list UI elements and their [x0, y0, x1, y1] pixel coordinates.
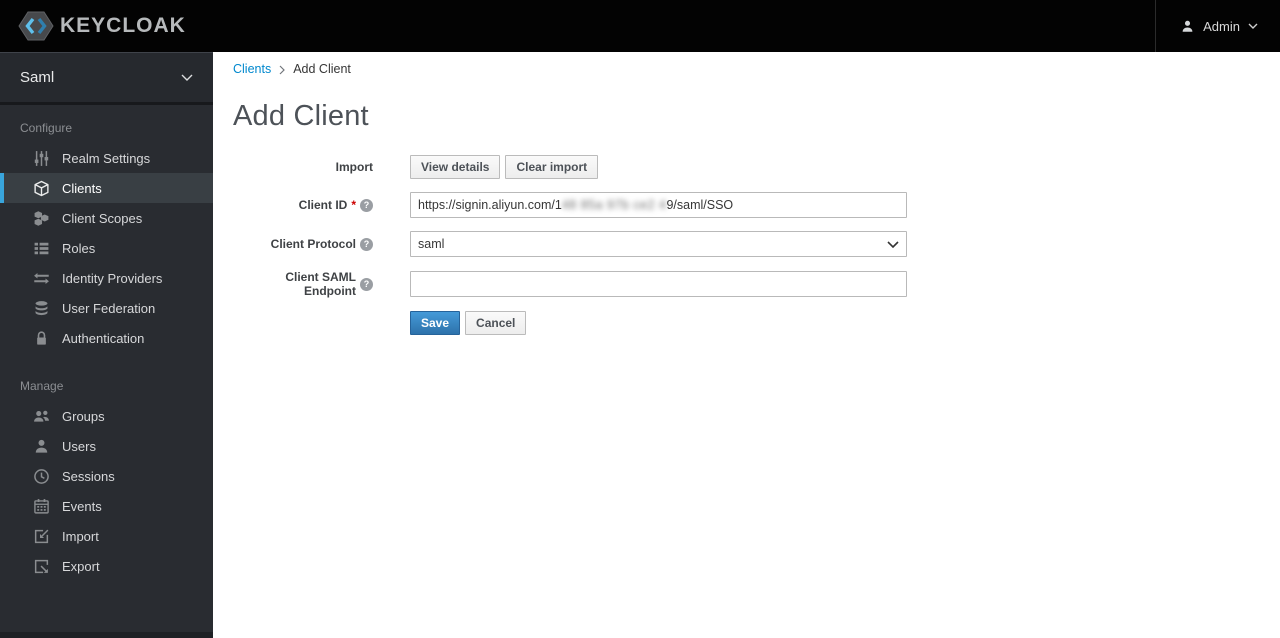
client-saml-endpoint-label: Client SAML Endpoint ?: [233, 270, 373, 298]
sidebar-item-realm-settings[interactable]: Realm Settings: [0, 143, 213, 173]
help-icon[interactable]: ?: [360, 237, 373, 251]
keycloak-logo-icon: [18, 11, 54, 41]
user-menu-label: Admin: [1203, 18, 1240, 34]
page-title: Add Client: [233, 100, 369, 132]
sidebar-item-users[interactable]: Users: [0, 431, 213, 461]
clear-import-button[interactable]: Clear import: [505, 155, 599, 179]
sidebar-item-roles[interactable]: Roles: [0, 233, 213, 263]
lock-icon: [33, 330, 50, 347]
chevron-down-icon: [887, 240, 899, 248]
cubes-icon: [33, 210, 50, 227]
sidebar-section-configure: Configure: [20, 121, 73, 135]
required-asterisk: *: [351, 198, 356, 212]
realm-name: Saml: [20, 69, 55, 86]
keycloak-admin-console: KEYCLOAK Admin Saml Configure Realm Sett…: [0, 0, 1280, 638]
list-icon: [33, 240, 50, 257]
keycloak-logo[interactable]: KEYCLOAK: [0, 11, 186, 41]
sidebar: Saml Configure Realm Settings Clients Cl…: [0, 52, 213, 638]
cancel-button[interactable]: Cancel: [465, 311, 527, 335]
breadcrumb: Clients Add Client: [233, 62, 1280, 76]
import-icon: [33, 528, 50, 545]
user-menu[interactable]: Admin: [1155, 0, 1280, 52]
save-button[interactable]: Save: [410, 311, 461, 335]
sidebar-item-groups[interactable]: Groups: [0, 401, 213, 431]
chevron-right-icon: [279, 65, 286, 75]
sidebar-item-import[interactable]: Import: [0, 521, 213, 551]
user-icon: [1180, 19, 1195, 34]
calendar-icon: [33, 498, 50, 515]
view-details-button[interactable]: View details: [410, 155, 501, 179]
client-id-label: Client ID * ?: [233, 198, 373, 212]
client-saml-endpoint-input[interactable]: [410, 271, 907, 297]
exchange-icon: [33, 270, 50, 287]
cube-icon: [33, 180, 50, 197]
top-navbar: KEYCLOAK Admin: [0, 0, 1280, 52]
sidebar-item-events[interactable]: Events: [0, 491, 213, 521]
chevron-down-icon: [1248, 23, 1258, 29]
sidebar-section-manage: Manage: [20, 379, 64, 393]
chevron-down-icon: [181, 74, 193, 81]
add-client-form: Import View details Clear import Client …: [233, 155, 1280, 335]
import-row: Import View details Clear import: [233, 155, 1280, 179]
help-icon[interactable]: ?: [360, 277, 373, 291]
sidebar-item-user-federation[interactable]: User Federation: [0, 293, 213, 323]
redacted-text: 48 85a 97b ce2 4: [561, 198, 667, 212]
help-icon[interactable]: ?: [360, 198, 373, 212]
client-id-input[interactable]: https://signin.aliyun.com/1 48 85a 97b ce…: [410, 192, 907, 218]
client-protocol-label: Client Protocol ?: [233, 237, 373, 251]
export-icon: [33, 558, 50, 575]
sidebar-item-clients[interactable]: Clients: [0, 173, 213, 203]
client-protocol-select[interactable]: saml: [410, 231, 907, 257]
sliders-icon: [33, 150, 50, 167]
sidebar-item-sessions[interactable]: Sessions: [0, 461, 213, 491]
main-content: Clients Add Client Add Client Import Vie…: [213, 52, 1280, 638]
clock-icon: [33, 468, 50, 485]
breadcrumb-current: Add Client: [293, 62, 351, 76]
user-icon: [33, 438, 50, 455]
import-label: Import: [335, 160, 373, 174]
sidebar-item-authentication[interactable]: Authentication: [0, 323, 213, 353]
realm-selector[interactable]: Saml: [0, 52, 213, 105]
breadcrumb-clients-link[interactable]: Clients: [233, 62, 271, 76]
actions-row: Save Cancel: [233, 311, 1280, 335]
client-id-row: Client ID * ? https://signin.aliyun.com/…: [233, 192, 1280, 218]
brand-wordmark: KEYCLOAK: [60, 14, 186, 37]
sidebar-item-identity-providers[interactable]: Identity Providers: [0, 263, 213, 293]
database-icon: [33, 300, 50, 317]
client-protocol-row: Client Protocol ? saml: [233, 231, 1280, 257]
client-saml-endpoint-row: Client SAML Endpoint ?: [233, 270, 1280, 298]
sidebar-bottom-strip: [0, 632, 213, 638]
groups-icon: [33, 408, 50, 425]
sidebar-item-export[interactable]: Export: [0, 551, 213, 581]
sidebar-item-client-scopes[interactable]: Client Scopes: [0, 203, 213, 233]
